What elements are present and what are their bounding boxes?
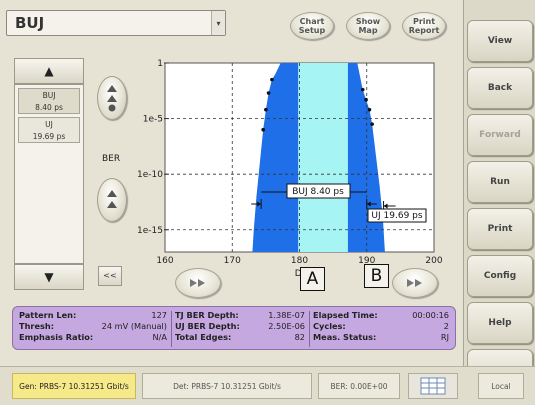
print-button[interactable]: Print — [467, 208, 533, 250]
x-tick-label: 200 — [425, 256, 442, 266]
run-button[interactable]: Run — [467, 161, 533, 203]
measured-point — [270, 77, 274, 82]
pattern-len-label: Pattern Len: — [19, 310, 77, 320]
elapsed-time-label: Elapsed Time: — [313, 310, 378, 320]
measured-point — [266, 91, 271, 95]
uj-ber-depth-label: UJ BER Depth: — [175, 321, 240, 331]
forward-button[interactable]: Forward — [467, 114, 533, 156]
status-bar: Gen: PRBS-7 10.31251 Gbit/s Det: PRBS-7 … — [0, 366, 535, 405]
ber-bathtub-chart: 16017018019020011e-51e-101e-15Dela BUJ 8… — [137, 59, 443, 279]
detector-status[interactable]: Det: PRBS-7 10.31251 Gbit/s — [142, 373, 312, 399]
local-status[interactable]: Local — [478, 373, 524, 399]
eye-opening-region — [298, 63, 348, 252]
pattern-len-value: 127 — [151, 310, 167, 320]
summary-column-1: Pattern Len: 127 Thresh: 24 mV (Manual) Em… — [19, 310, 167, 343]
scroll-right-button[interactable] — [392, 268, 438, 298]
x-tick-label: 170 — [224, 256, 241, 266]
marker-b: B — [364, 264, 389, 288]
uj-ber-depth-value: 2.50E-06 — [268, 321, 305, 331]
uj-label: UJ 19.69 ps — [371, 211, 422, 221]
tj-ber-depth-value: 1.38E-07 — [268, 310, 305, 320]
meas-status-label: Meas. Status: — [313, 332, 377, 342]
view-button[interactable]: View — [467, 20, 533, 62]
meas-status-value: RJ — [440, 332, 449, 342]
measured-point — [367, 107, 372, 112]
y-tick-label: 1e-10 — [137, 170, 163, 180]
measured-point — [360, 87, 365, 92]
config-button[interactable]: Config — [467, 255, 533, 297]
fast-forward-icon — [190, 279, 205, 287]
fast-forward-icon — [407, 279, 422, 287]
y-tick-label: 1e-5 — [143, 115, 163, 125]
back-button[interactable]: Back — [467, 67, 533, 109]
measured-point — [370, 122, 374, 126]
grid-view-button[interactable] — [408, 373, 458, 399]
y-tick-label: 1 — [157, 59, 163, 69]
tj-ber-depth-label: TJ BER Depth: — [175, 310, 239, 320]
ber-status[interactable]: BER: 0.00E+00 — [318, 373, 400, 399]
total-edges-value: 82 — [294, 332, 305, 342]
y-tick-label: 1e-15 — [137, 226, 163, 236]
measured-point — [264, 107, 268, 112]
scroll-left-button[interactable] — [175, 268, 221, 298]
marker-a: A — [300, 267, 325, 291]
x-tick-label: 180 — [291, 256, 308, 266]
measured-point — [364, 97, 368, 102]
generator-status[interactable]: Gen: PRBS-7 10.31251 Gbit/s — [12, 373, 136, 399]
emphasis-ratio-value: N/A — [152, 332, 167, 342]
navigation-panel: View Back Forward Run Print Config Help … — [463, 0, 535, 405]
elapsed-time-value: 00:00:16 — [412, 310, 449, 320]
measurement-summary: Pattern Len: 127 Thresh: 24 mV (Manual) Em… — [12, 306, 456, 350]
measured-point — [261, 127, 265, 132]
buj-label: BUJ 8.40 ps — [292, 187, 344, 197]
emphasis-ratio-label: Emphasis Ratio: — [19, 332, 94, 342]
divider — [171, 311, 172, 347]
divider — [309, 311, 310, 347]
table-grid-icon — [420, 377, 446, 395]
summary-column-3: Elapsed Time: 00:00:16 Cycles: 2 Meas. Sta… — [313, 310, 449, 343]
summary-column-2: TJ BER Depth: 1.38E-07 UJ BER Depth: 2.50E… — [175, 310, 305, 343]
cycles-label: Cycles: — [313, 321, 346, 331]
total-edges-label: Total Edges: — [175, 332, 232, 342]
cycles-value: 2 — [443, 321, 449, 331]
thresh-value: 24 mV (Manual) — [101, 321, 167, 331]
help-button[interactable]: Help — [467, 302, 533, 344]
thresh-label: Thresh: — [19, 321, 54, 331]
x-tick-label: 160 — [156, 256, 173, 266]
